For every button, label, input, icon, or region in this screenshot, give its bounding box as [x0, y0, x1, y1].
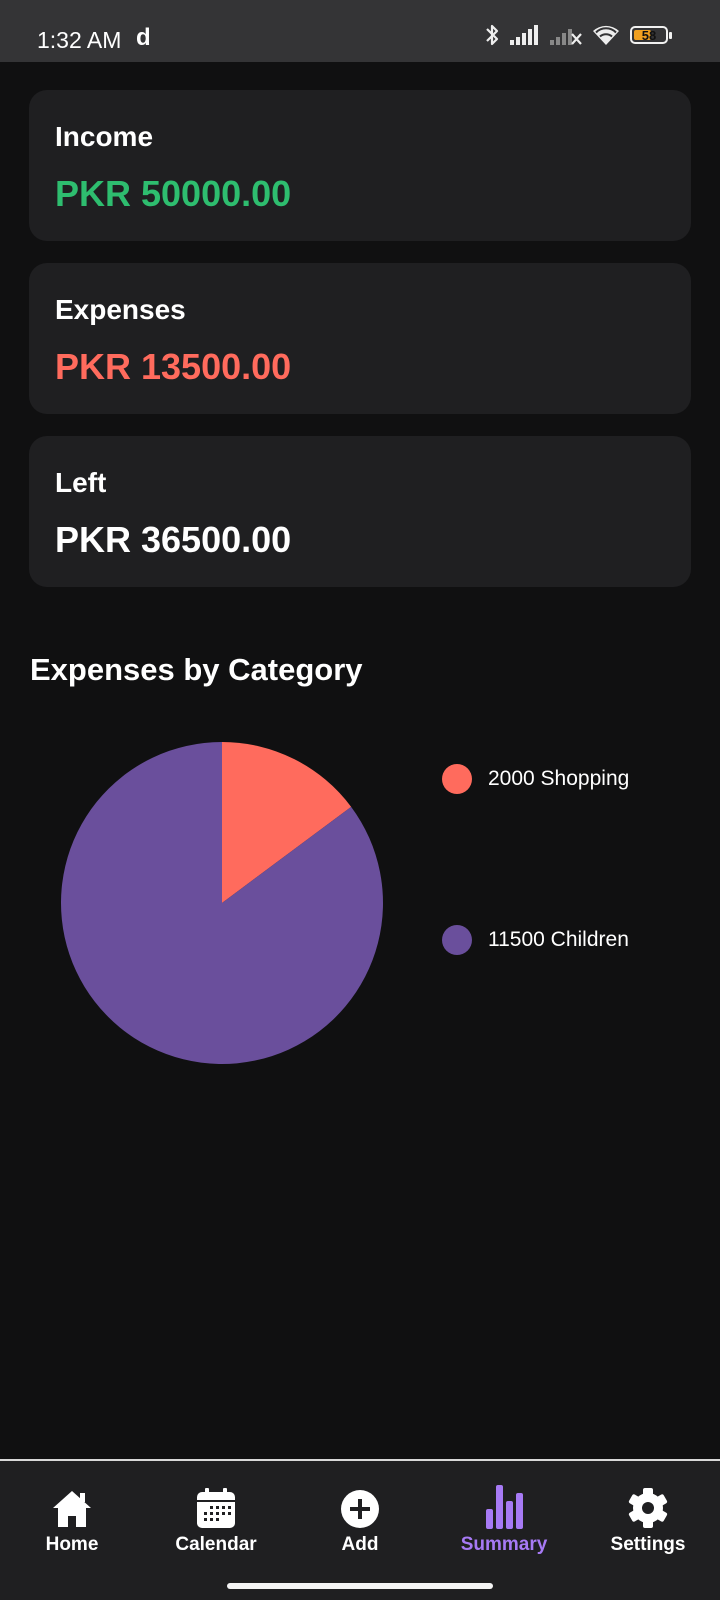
legend-swatch-children	[442, 925, 472, 955]
nav-item-add[interactable]: Add	[288, 1461, 432, 1561]
bluetooth-icon	[484, 22, 500, 48]
nav-label-settings: Settings	[610, 1534, 686, 1555]
expenses-card: Expenses PKR 13500.00	[29, 263, 691, 414]
home-icon	[51, 1485, 93, 1529]
income-value: PKR 50000.00	[55, 173, 292, 214]
home-indicator[interactable]	[227, 1583, 493, 1589]
left-label: Left	[55, 467, 107, 498]
calendar-icon	[196, 1485, 236, 1529]
section-title: Expenses by Category	[30, 652, 363, 687]
nav-item-calendar[interactable]: Calendar	[144, 1461, 288, 1561]
wifi-icon	[592, 24, 620, 46]
nav-item-summary[interactable]: Summary	[432, 1461, 576, 1561]
app-notification-icon: d	[136, 24, 151, 51]
nav-item-settings[interactable]: Settings	[576, 1461, 720, 1561]
status-icons: 58	[484, 22, 672, 48]
nav-label-add: Add	[341, 1534, 379, 1555]
income-card: Income PKR 50000.00	[29, 90, 691, 241]
gear-icon	[627, 1485, 669, 1529]
income-label: Income	[55, 121, 154, 152]
nav-label-home: Home	[45, 1534, 99, 1555]
legend-item-children: 11500 Children	[442, 925, 629, 955]
battery-icon: 58	[630, 26, 672, 44]
left-card: Left PKR 36500.00	[29, 436, 691, 587]
expenses-pie-chart	[61, 742, 384, 1064]
legend-label-shopping: 2000 Shopping	[488, 767, 630, 790]
legend-item-shopping: 2000 Shopping	[442, 764, 629, 794]
expenses-label: Expenses	[55, 294, 186, 325]
battery-level: 58	[641, 27, 657, 43]
nav-item-home[interactable]: Home	[0, 1461, 144, 1561]
legend-label-children: 11500 Children	[488, 928, 629, 951]
nav-label-calendar: Calendar	[175, 1534, 257, 1555]
status-bar: 1:32 AM d 58	[0, 0, 720, 62]
add-circle-icon	[340, 1485, 380, 1529]
left-value: PKR 36500.00	[55, 519, 292, 560]
legend-swatch-shopping	[442, 764, 472, 794]
signal-icon	[510, 25, 540, 45]
status-time: 1:32 AM	[37, 27, 122, 53]
bottom-navigation: Home Calendar Add Summary Settings	[0, 1459, 720, 1600]
expenses-value: PKR 13500.00	[55, 346, 292, 387]
signal-no-service-icon	[550, 25, 582, 45]
nav-label-summary: Summary	[460, 1534, 548, 1555]
bar-chart-icon	[484, 1485, 524, 1529]
